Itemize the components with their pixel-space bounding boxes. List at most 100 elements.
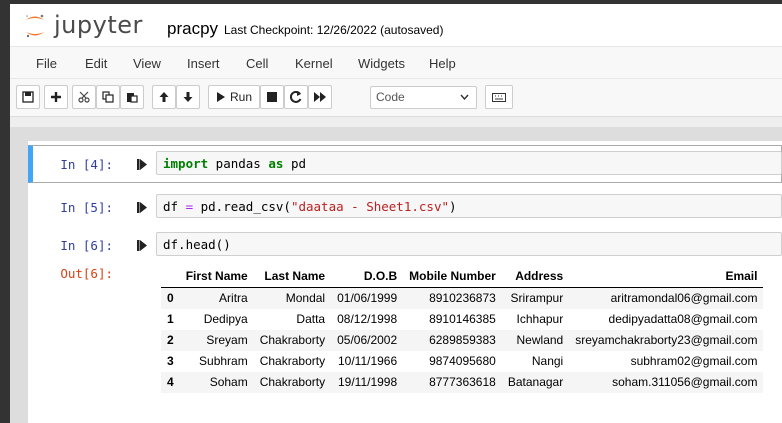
restart-run-all-button[interactable] bbox=[308, 85, 332, 109]
table-cell: aritramondal06@gmail.com bbox=[610, 291, 758, 306]
window-edge bbox=[0, 0, 10, 423]
paste-icon bbox=[127, 93, 138, 103]
code-cell-selected[interactable]: In [4]: import pandas as pd bbox=[28, 145, 782, 183]
jupyter-logo-icon[interactable] bbox=[24, 13, 46, 39]
command-palette-button[interactable] bbox=[485, 85, 513, 109]
table-cell: Soham bbox=[209, 375, 248, 389]
table-cell: 01/06/1999 bbox=[337, 291, 398, 306]
notebook-container: In [4]: import pandas as pd In [5]: df =… bbox=[10, 127, 782, 423]
save-icon bbox=[22, 91, 34, 103]
copy-button[interactable] bbox=[96, 85, 120, 109]
paste-button[interactable] bbox=[120, 85, 144, 109]
table-cell: Srirampur bbox=[510, 291, 564, 306]
restart-icon bbox=[290, 91, 302, 103]
table-cell: Aritra bbox=[219, 291, 248, 306]
menu-file[interactable]: File bbox=[36, 56, 57, 71]
table-cell: Dedipya bbox=[203, 312, 248, 326]
restart-button[interactable] bbox=[284, 85, 308, 109]
fast-forward-icon bbox=[314, 92, 326, 102]
notebook-name[interactable]: pracpy bbox=[167, 19, 218, 39]
move-up-button[interactable] bbox=[152, 85, 176, 109]
save-button[interactable] bbox=[16, 85, 40, 109]
plus-icon bbox=[51, 92, 61, 102]
table-row: 2 Sreyam Chakraborty 05/06/2002 62898593… bbox=[161, 329, 764, 351]
table-cell: Nangi bbox=[531, 354, 564, 368]
menu-insert[interactable]: Insert bbox=[187, 56, 220, 71]
notebook-header: jupyter pracpy Last Checkpoint: 12/26/20… bbox=[10, 0, 782, 46]
table-cell: Subhram bbox=[199, 354, 248, 368]
menu-cell[interactable]: Cell bbox=[246, 56, 268, 71]
row-index: 0 bbox=[167, 291, 174, 306]
table-cell: subhram02@gmail.com bbox=[630, 354, 758, 368]
cell-type-select[interactable]: Code bbox=[370, 86, 477, 109]
table-cell: sreyamchakraborty23@gmail.com bbox=[575, 333, 758, 347]
code-input-area[interactable]: df.head() bbox=[156, 232, 782, 256]
notebook-body: In [4]: import pandas as pd In [5]: df =… bbox=[28, 141, 782, 423]
table-row: 0 Aritra Mondal 01/06/1999 8910236873 Sr… bbox=[161, 287, 764, 309]
table-cell: 9874095680 bbox=[429, 354, 496, 368]
table-cell: dedipyadatta08@gmail.com bbox=[608, 312, 758, 326]
table-cell: 8910146385 bbox=[429, 312, 496, 326]
code-text: import pandas as pd bbox=[163, 156, 307, 171]
dataframe-table: First Name Last Name D.O.B Mobile Number… bbox=[161, 265, 764, 393]
menu-edit[interactable]: Edit bbox=[85, 56, 107, 71]
code-text: df = pd.read_csv("daataa - Sheet1.csv") bbox=[163, 199, 457, 214]
table-cell: Ichhapur bbox=[516, 312, 564, 326]
table-cell: Mondal bbox=[285, 291, 326, 306]
code-input-area[interactable]: df = pd.read_csv("daataa - Sheet1.csv") bbox=[156, 194, 782, 218]
column-header: Last Name bbox=[253, 265, 332, 288]
column-header: First Name bbox=[179, 265, 254, 288]
table-cell: 8910236873 bbox=[429, 291, 496, 306]
stop-icon bbox=[267, 92, 277, 102]
run-label: Run bbox=[229, 90, 252, 104]
row-index: 2 bbox=[167, 333, 174, 347]
jupyter-notebook-page: jupyter pracpy Last Checkpoint: 12/26/20… bbox=[0, 0, 782, 423]
run-cell-icon[interactable] bbox=[137, 240, 147, 251]
table-cell: Chakraborty bbox=[259, 333, 326, 347]
table-header-row: First Name Last Name D.O.B Mobile Number… bbox=[161, 265, 764, 288]
code-input-area[interactable]: import pandas as pd bbox=[156, 151, 782, 175]
table-cell: Chakraborty bbox=[259, 375, 326, 389]
checkpoint-status: Last Checkpoint: 12/26/2022 (autosaved) bbox=[224, 23, 444, 37]
menu-help[interactable]: Help bbox=[429, 56, 456, 71]
menu-view[interactable]: View bbox=[133, 56, 161, 71]
insert-cell-button[interactable] bbox=[44, 85, 68, 109]
input-prompt: In [6]: bbox=[60, 238, 113, 253]
jupyter-logo-text[interactable]: jupyter bbox=[54, 11, 143, 39]
column-header: D.O.B bbox=[331, 265, 404, 288]
table-cell: 6289859383 bbox=[429, 333, 496, 347]
column-header bbox=[161, 265, 180, 288]
code-cell[interactable]: In [5]: df = pd.read_csv("daataa - Sheet… bbox=[28, 189, 782, 223]
menu-kernel[interactable]: Kernel bbox=[295, 56, 333, 71]
cut-button[interactable] bbox=[72, 85, 96, 109]
table-cell: 08/12/1998 bbox=[337, 312, 398, 326]
table-cell: 8777363618 bbox=[429, 375, 496, 389]
table-cell: 10/11/1966 bbox=[337, 354, 398, 368]
menu-widgets[interactable]: Widgets bbox=[358, 56, 405, 71]
cut-icon bbox=[78, 91, 90, 103]
arrow-down-icon bbox=[183, 92, 193, 102]
column-header: Email bbox=[569, 265, 764, 288]
output-prompt: Out[6]: bbox=[60, 266, 113, 281]
run-cell-icon[interactable] bbox=[137, 202, 147, 213]
column-header: Address bbox=[501, 265, 570, 288]
row-index: 1 bbox=[167, 312, 174, 326]
input-prompt: In [5]: bbox=[60, 200, 113, 215]
input-prompt: In [4]: bbox=[60, 157, 113, 172]
play-icon bbox=[216, 92, 225, 102]
table-cell: Sreyam bbox=[206, 333, 248, 347]
table-row: 4 Soham Chakraborty 19/11/1998 877736361… bbox=[161, 371, 764, 393]
menu-bar: File Edit View Insert Cell Kernel Widget… bbox=[10, 46, 782, 79]
table-cell: 05/06/2002 bbox=[337, 333, 398, 347]
run-cell-icon[interactable] bbox=[137, 159, 147, 170]
arrow-up-icon bbox=[159, 92, 169, 102]
table-cell: Chakraborty bbox=[259, 354, 326, 368]
toolbar: Run Code bbox=[10, 79, 782, 117]
row-index: 3 bbox=[167, 354, 174, 368]
move-down-button[interactable] bbox=[176, 85, 200, 109]
cell-type-value: Code bbox=[376, 90, 405, 104]
table-cell: soham.311056@gmail.com bbox=[612, 375, 758, 389]
interrupt-button[interactable] bbox=[260, 85, 284, 109]
run-button[interactable]: Run bbox=[208, 85, 260, 109]
header-spacer bbox=[10, 117, 782, 127]
